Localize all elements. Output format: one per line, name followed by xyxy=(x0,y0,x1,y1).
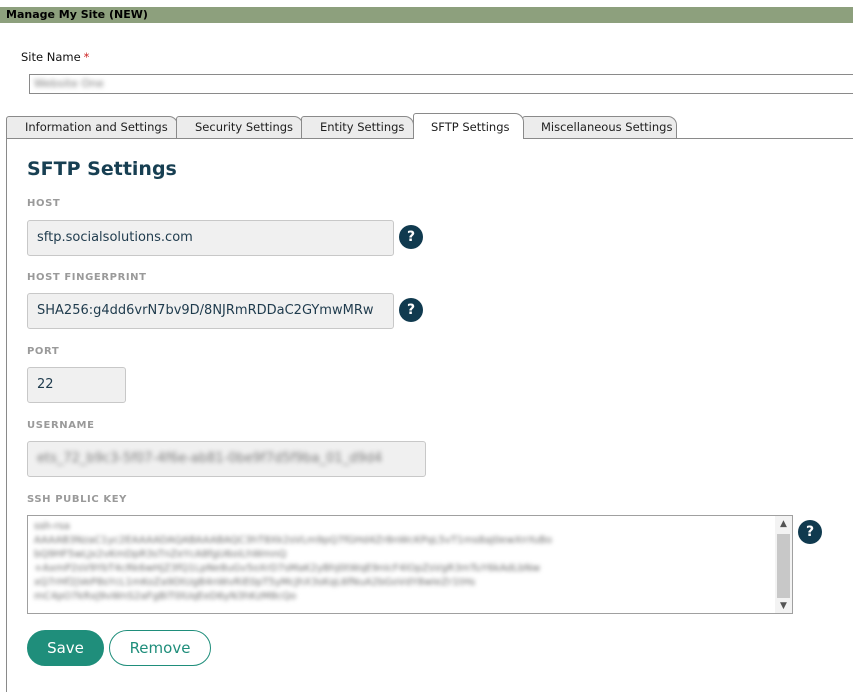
port-field[interactable]: 22 xyxy=(27,367,126,403)
ssh-key-line: mC4pO7kRxJ9vWnS2aFgBiT0lUqEeD6yN3hKzM8cQ… xyxy=(34,591,297,602)
site-name-label: Site Name * xyxy=(21,50,90,64)
site-name-input[interactable]: Website One xyxy=(29,74,853,94)
ssh-public-key-help-icon[interactable]: ? xyxy=(798,520,822,544)
tab-entity-settings[interactable]: Entity Settings xyxy=(301,116,414,139)
ssh-public-key-text: ssh-rsa AAAAB3NzaC1yc2EAAAADAQABAAABAQC3… xyxy=(34,520,776,604)
username-value: ets_72_b9c3-5f07-4f6e-ab81-0be9f7d5f9ba_… xyxy=(37,451,383,466)
host-field[interactable]: sftp.socialsolutions.com xyxy=(27,220,394,256)
host-fingerprint-label: HOST FINGERPRINT xyxy=(27,272,147,283)
ssh-key-line: bQ9HF5wLJx2vKmDpR3sTnZeYcA8fgU6oiLhWmnQ xyxy=(34,549,287,560)
scroll-up-icon[interactable]: ▲ xyxy=(775,517,792,531)
host-fingerprint-field[interactable]: SHA256:g4dd6vrN7bv9D/8NJRmRDDaC2GYmwMRw xyxy=(27,293,394,329)
host-label: HOST xyxy=(27,198,61,209)
textarea-scrollbar[interactable]: ▲ ▼ xyxy=(775,516,792,613)
ssh-key-line: +AxmP2sV9YbT4cRk6wHjZ3fQ1LpNe8uGv5oXrD7s… xyxy=(34,563,541,574)
scroll-thumb[interactable] xyxy=(777,534,790,598)
tab-information-and-settings[interactable]: Information and Settings xyxy=(6,116,178,139)
host-fingerprint-help-icon[interactable]: ? xyxy=(399,298,423,322)
username-label: USERNAME xyxy=(27,420,95,431)
host-help-icon[interactable]: ? xyxy=(399,225,423,249)
username-field[interactable]: ets_72_b9c3-5f07-4f6e-ab81-0be9f7d5f9ba_… xyxy=(27,441,426,477)
ssh-key-line: AAAAB3NzaC1yc2EAAAADAQABAAABAQC3hT8Xk2sV… xyxy=(34,535,552,546)
remove-button[interactable]: Remove xyxy=(109,630,211,666)
page-title: SFTP Settings xyxy=(27,158,177,180)
ssh-public-key-label: SSH PUBLIC KEY xyxy=(27,494,128,505)
ssh-key-line: ssh-rsa xyxy=(34,521,70,532)
tab-miscellaneous-settings[interactable]: Miscellaneous Settings xyxy=(522,116,677,139)
tab-sftp-settings[interactable]: SFTP Settings xyxy=(413,113,524,139)
site-name-value: Website One xyxy=(34,77,104,90)
port-label: PORT xyxy=(27,346,60,357)
settings-tabs: Information and Settings Security Settin… xyxy=(6,113,853,139)
window-title: Manage My Site (NEW) xyxy=(0,7,853,23)
required-marker: * xyxy=(83,50,90,64)
tab-security-settings[interactable]: Security Settings xyxy=(176,116,303,139)
scroll-down-icon[interactable]: ▼ xyxy=(775,599,792,613)
save-button[interactable]: Save xyxy=(27,630,104,666)
ssh-public-key-textarea[interactable]: ssh-rsa AAAAB3NzaC1yc2EAAAADAQABAAABAQC3… xyxy=(27,515,793,614)
ssh-key-line: xQ7rHf2jVeP8sYcL1mKoZa9DtUgB4nWvRiE0pT5y… xyxy=(34,577,476,588)
